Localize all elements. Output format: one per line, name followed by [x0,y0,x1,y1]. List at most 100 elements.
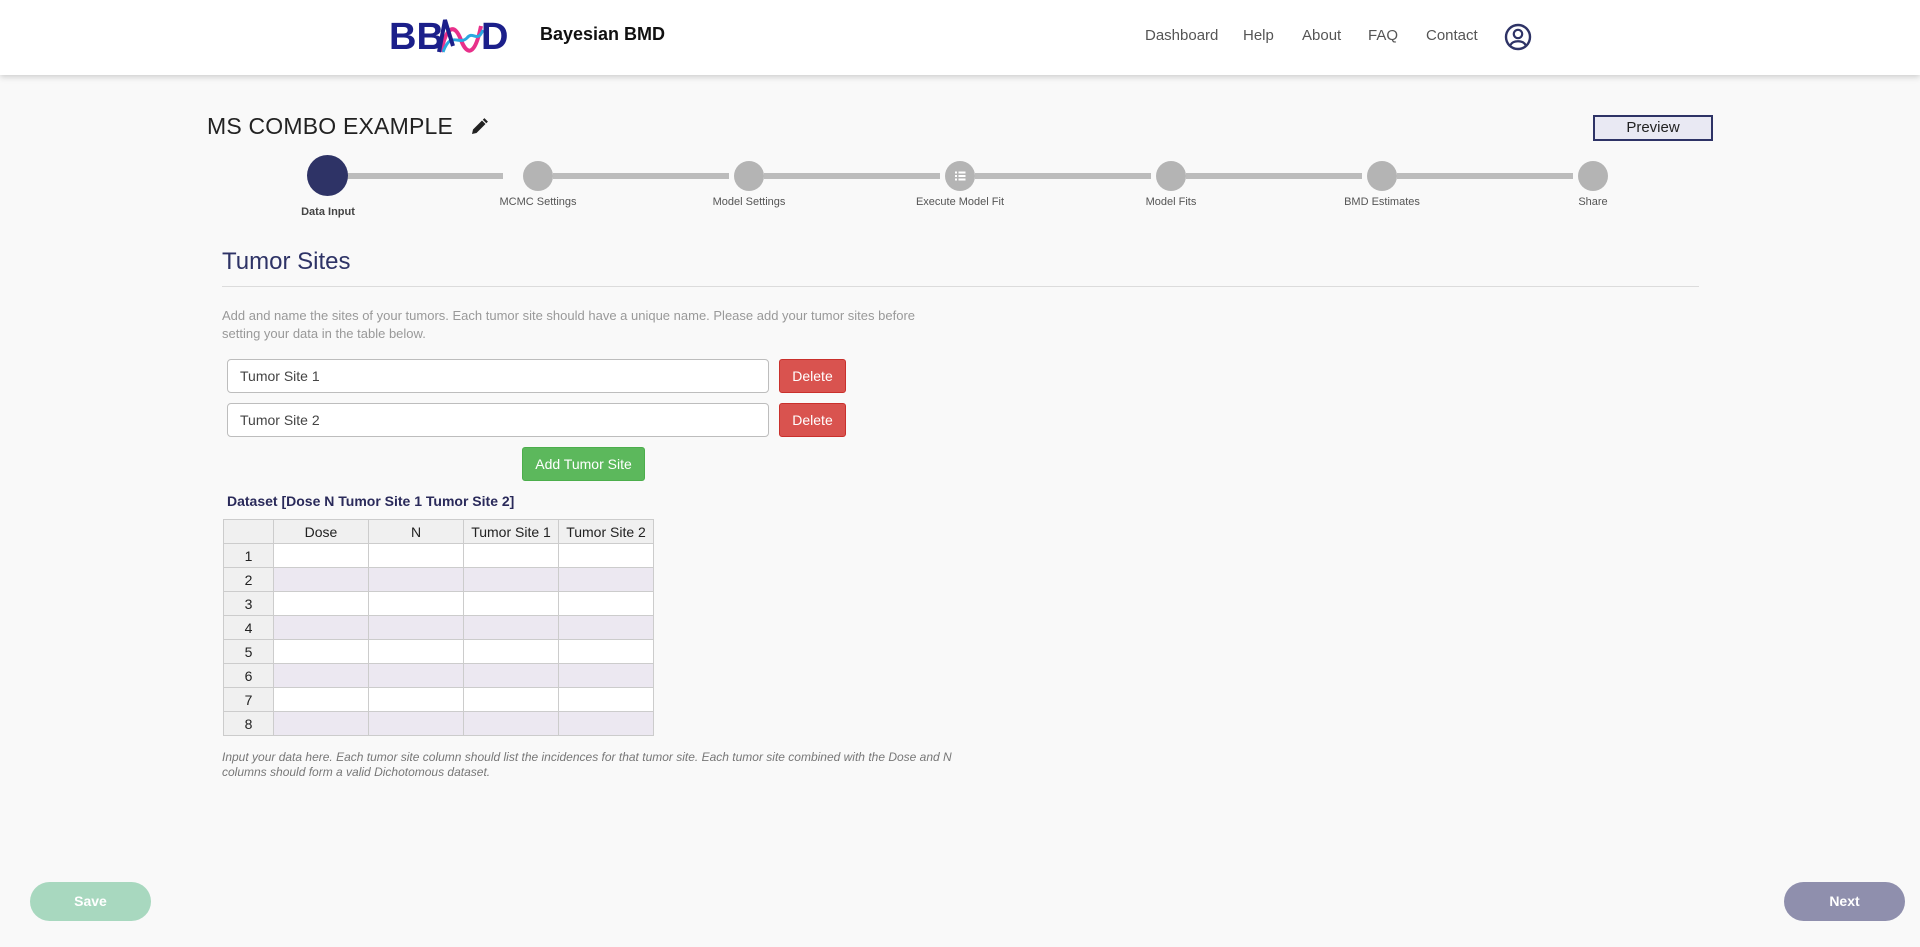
column-header-dose[interactable]: Dose [273,519,369,544]
step-dot-mcmc-settings[interactable] [523,161,553,191]
dataset-table: Dose N Tumor Site 1 Tumor Site 2 1 2 3 4… [223,519,654,736]
bbmd-logo[interactable]: BB D [389,16,521,54]
table-row: 2 [223,567,654,592]
data-cell[interactable] [273,615,369,640]
row-header[interactable]: 3 [223,591,274,616]
save-button[interactable]: Save [30,882,151,921]
nav-contact[interactable]: Contact [1426,27,1478,44]
brand-name: Bayesian BMD [540,24,666,44]
data-cell[interactable] [558,639,654,664]
add-tumor-site-button[interactable]: Add Tumor Site [522,447,645,481]
data-cell[interactable] [368,615,464,640]
data-cell[interactable] [558,615,654,640]
column-header-n[interactable]: N [368,519,464,544]
data-cell[interactable] [368,543,464,568]
data-cell[interactable] [463,615,559,640]
step-label-data-input: Data Input [301,206,355,218]
data-cell[interactable] [273,591,369,616]
table-row: 4 [223,615,654,640]
nav-faq[interactable]: FAQ [1368,27,1398,44]
data-cell[interactable] [558,591,654,616]
row-header[interactable]: 2 [223,567,274,592]
data-cell[interactable] [368,687,464,712]
step-dot-model-settings[interactable] [734,161,764,191]
tumor-site-input[interactable] [227,359,769,393]
step-dot-data-input[interactable] [307,155,348,196]
step-connector [975,173,1151,179]
delete-site-button[interactable]: Delete [779,359,846,393]
step-dot-execute-model-fit[interactable] [945,161,975,191]
table-row: 8 [223,711,654,736]
corner-cell[interactable] [223,519,274,544]
step-label-model-settings: Model Settings [712,196,786,208]
next-button[interactable]: Next [1784,882,1905,921]
section-divider [222,286,1699,287]
data-cell[interactable] [368,591,464,616]
table-header-row: Dose N Tumor Site 1 Tumor Site 2 [223,519,654,544]
pencil-icon[interactable] [469,117,489,137]
step-dot-model-fits[interactable] [1156,161,1186,191]
data-cell[interactable] [558,687,654,712]
table-row: 1 [223,543,654,568]
section-title: Tumor Sites [222,248,351,275]
step-label-bmd-estimates: BMD Estimates [1344,196,1420,208]
section-description: Add and name the sites of your tumors. E… [222,308,915,341]
row-header[interactable]: 8 [223,711,274,736]
data-cell[interactable] [558,663,654,688]
data-cell[interactable] [273,639,369,664]
tumor-site-input[interactable] [227,403,769,437]
nav-about[interactable]: About [1302,27,1341,44]
step-connector [764,173,940,179]
data-cell[interactable] [558,711,654,736]
data-cell[interactable] [368,567,464,592]
step-label-mcmc-settings: MCMC Settings [499,196,577,208]
data-cell[interactable] [273,711,369,736]
table-row: 7 [223,687,654,712]
nav-dashboard[interactable]: Dashboard [1145,27,1218,44]
nav-help[interactable]: Help [1243,27,1274,44]
table-row: 5 [223,639,654,664]
step-connector [347,173,503,179]
column-header-tumor-site-1[interactable]: Tumor Site 1 [463,519,559,544]
top-navbar: BB D Bayesian BMD Dashboard Help About F… [0,0,1920,75]
user-circle-icon[interactable] [1504,23,1532,51]
svg-text:BB: BB [389,16,444,54]
data-cell[interactable] [273,567,369,592]
data-cell[interactable] [463,711,559,736]
list-icon [955,171,966,181]
step-connector [553,173,729,179]
step-dot-bmd-estimates[interactable] [1367,161,1397,191]
data-cell[interactable] [463,663,559,688]
data-cell[interactable] [273,543,369,568]
row-header[interactable]: 6 [223,663,274,688]
step-dot-share[interactable] [1578,161,1608,191]
table-row: 3 [223,591,654,616]
row-header[interactable]: 5 [223,639,274,664]
step-label-share: Share [1578,196,1608,208]
step-label-execute-model-fit: Execute Model Fit [915,196,1005,208]
data-cell[interactable] [463,687,559,712]
data-cell[interactable] [558,543,654,568]
data-cell[interactable] [463,639,559,664]
step-connector [1397,173,1573,179]
data-cell[interactable] [368,639,464,664]
row-header[interactable]: 7 [223,687,274,712]
step-label-model-fits: Model Fits [1145,196,1197,208]
data-cell[interactable] [463,567,559,592]
data-cell[interactable] [558,567,654,592]
table-row: 6 [223,663,654,688]
preview-button[interactable]: Preview [1593,115,1713,141]
dataset-title: Dataset [Dose N Tumor Site 1 Tumor Site … [227,493,515,509]
dataset-help-note: Input your data here. Each tumor site co… [222,750,952,779]
data-cell[interactable] [463,543,559,568]
row-header[interactable]: 4 [223,615,274,640]
column-header-tumor-site-2[interactable]: Tumor Site 2 [558,519,654,544]
data-cell[interactable] [463,591,559,616]
step-connector [1186,173,1362,179]
row-header[interactable]: 1 [223,543,274,568]
data-cell[interactable] [368,663,464,688]
delete-site-button[interactable]: Delete [779,403,846,437]
data-cell[interactable] [273,687,369,712]
data-cell[interactable] [368,711,464,736]
data-cell[interactable] [273,663,369,688]
